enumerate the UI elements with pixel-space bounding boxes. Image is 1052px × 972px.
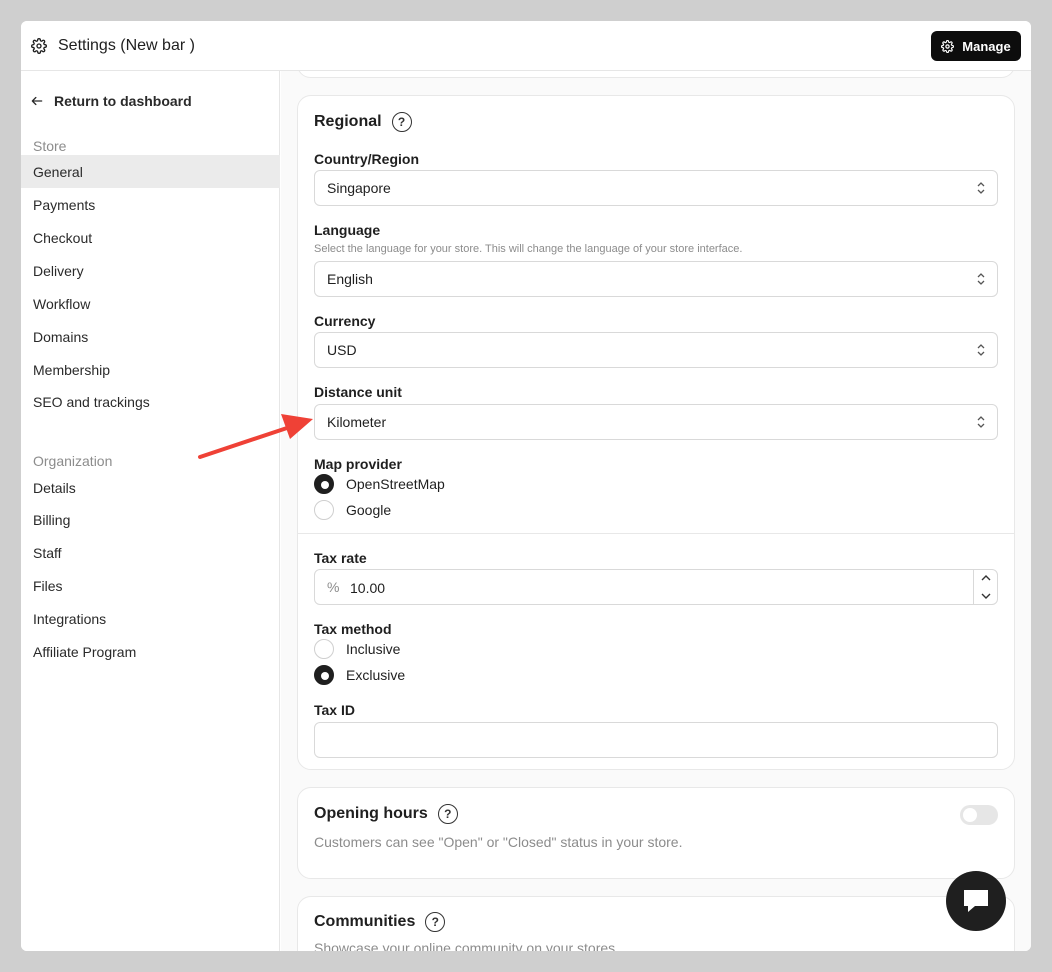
radio-button-checked[interactable]	[314, 474, 334, 494]
radio-button[interactable]	[314, 500, 334, 520]
sidebar-item-staff[interactable]: Staff	[21, 536, 280, 569]
sidebar-item-membership[interactable]: Membership	[21, 353, 280, 386]
sidebar-item-affiliate-program[interactable]: Affiliate Program	[21, 635, 280, 668]
opening-hours-description: Customers can see "Open" or "Closed" sta…	[314, 834, 683, 850]
map-provider-option-google[interactable]: Google	[314, 500, 391, 520]
chat-button[interactable]	[946, 871, 1006, 931]
regional-title-text: Regional	[314, 113, 382, 130]
map-provider-label: Map provider	[314, 456, 402, 472]
tax-rate-label: Tax rate	[314, 550, 367, 566]
map-provider-option-openstreetmap[interactable]: OpenStreetMap	[314, 474, 445, 494]
language-value: English	[327, 271, 373, 287]
map-provider-option-label: OpenStreetMap	[346, 476, 445, 492]
tax-method-option-inclusive[interactable]: Inclusive	[314, 639, 400, 659]
chevron-up-down-icon	[977, 344, 985, 356]
regional-card: Regional ? Country/Region Singapore Lang…	[297, 95, 1015, 770]
distance-unit-value: Kilometer	[327, 414, 387, 430]
chevron-up-down-icon	[977, 416, 985, 428]
sidebar-item-checkout[interactable]: Checkout	[21, 221, 280, 254]
help-icon[interactable]: ?	[437, 804, 458, 824]
communities-description: Showcase your online community on your s…	[314, 940, 616, 951]
language-label: Language	[314, 222, 381, 238]
communities-card: Communities ? Showcase your online commu…	[297, 896, 1015, 951]
sidebar-item-billing[interactable]: Billing	[21, 503, 280, 536]
previous-card	[297, 71, 1015, 78]
sidebar-item-payments[interactable]: Payments	[21, 188, 280, 221]
settings-content: Regional ? Country/Region Singapore Lang…	[281, 71, 1031, 951]
opening-hours-card: Opening hours ? Customers can see "Open"…	[297, 787, 1015, 879]
sidebar-item-files[interactable]: Files	[21, 569, 280, 602]
organization-group-label: Organization	[33, 453, 113, 469]
country-value: Singapore	[327, 180, 391, 196]
sidebar-item-workflow[interactable]: Workflow	[21, 287, 280, 320]
tax-method-option-exclusive[interactable]: Exclusive	[314, 665, 405, 685]
percent-prefix: %	[327, 579, 340, 595]
sidebar-item-general[interactable]: General	[21, 155, 280, 188]
communities-title-text: Communities	[314, 913, 416, 930]
distance-unit-select[interactable]: Kilometer	[314, 404, 998, 440]
manage-button[interactable]: Manage	[931, 31, 1021, 61]
chat-bubble-icon	[964, 890, 988, 912]
section-divider	[298, 533, 1014, 534]
return-to-dashboard-label: Return to dashboard	[54, 93, 192, 109]
sidebar-item-details[interactable]: Details	[21, 471, 280, 504]
chevron-down-icon[interactable]	[981, 592, 991, 600]
map-provider-option-label: Google	[346, 502, 392, 518]
return-to-dashboard-link[interactable]: Return to dashboard	[30, 93, 192, 109]
tax-id-input[interactable]	[314, 722, 998, 758]
tax-method-label: Tax method	[314, 621, 392, 637]
language-help-text: Select the language for your store. This…	[314, 243, 743, 255]
sidebar-item-delivery[interactable]: Delivery	[21, 254, 280, 287]
arrow-left-icon	[31, 96, 43, 106]
opening-hours-toggle[interactable]	[960, 805, 998, 825]
tax-method-option-label: Exclusive	[346, 667, 406, 683]
sidebar-item-domains[interactable]: Domains	[21, 320, 280, 353]
radio-button[interactable]	[314, 639, 334, 659]
currency-value: USD	[327, 342, 357, 358]
tax-id-label: Tax ID	[314, 702, 355, 718]
regional-title: Regional ?	[314, 112, 412, 132]
currency-label: Currency	[314, 313, 376, 329]
settings-window: Settings (New bar ) Manage Return to das…	[21, 21, 1031, 951]
gear-icon	[31, 38, 47, 54]
help-icon[interactable]: ?	[425, 912, 446, 932]
tax-rate-input[interactable]: % 10.00	[314, 569, 998, 605]
store-group-label: Store	[33, 138, 67, 154]
tax-rate-value: 10.00	[350, 580, 386, 596]
opening-hours-title: Opening hours ?	[314, 804, 458, 824]
communities-title: Communities ?	[314, 912, 446, 932]
currency-select[interactable]: USD	[314, 332, 998, 368]
page-title: Settings (New bar )	[58, 37, 195, 54]
country-select[interactable]: Singapore	[314, 170, 998, 206]
country-label: Country/Region	[314, 151, 419, 167]
tax-rate-stepper[interactable]	[973, 570, 997, 604]
chevron-up-down-icon	[977, 182, 985, 194]
sidebar-item-integrations[interactable]: Integrations	[21, 602, 280, 635]
opening-hours-title-text: Opening hours	[314, 805, 428, 822]
language-select[interactable]: English	[314, 261, 998, 297]
tax-method-option-label: Inclusive	[346, 641, 401, 657]
chevron-up-down-icon	[977, 273, 985, 285]
settings-sidebar: Return to dashboard Store General Paymen…	[21, 71, 280, 951]
radio-button-checked[interactable]	[314, 665, 334, 685]
annotation-arrow	[198, 414, 313, 459]
help-icon[interactable]: ?	[391, 112, 412, 132]
gear-icon	[941, 39, 955, 53]
top-bar: Settings (New bar ) Manage	[21, 21, 1031, 71]
manage-button-label: Manage	[962, 38, 1011, 54]
chevron-up-icon[interactable]	[981, 574, 991, 582]
distance-unit-label: Distance unit	[314, 384, 402, 400]
